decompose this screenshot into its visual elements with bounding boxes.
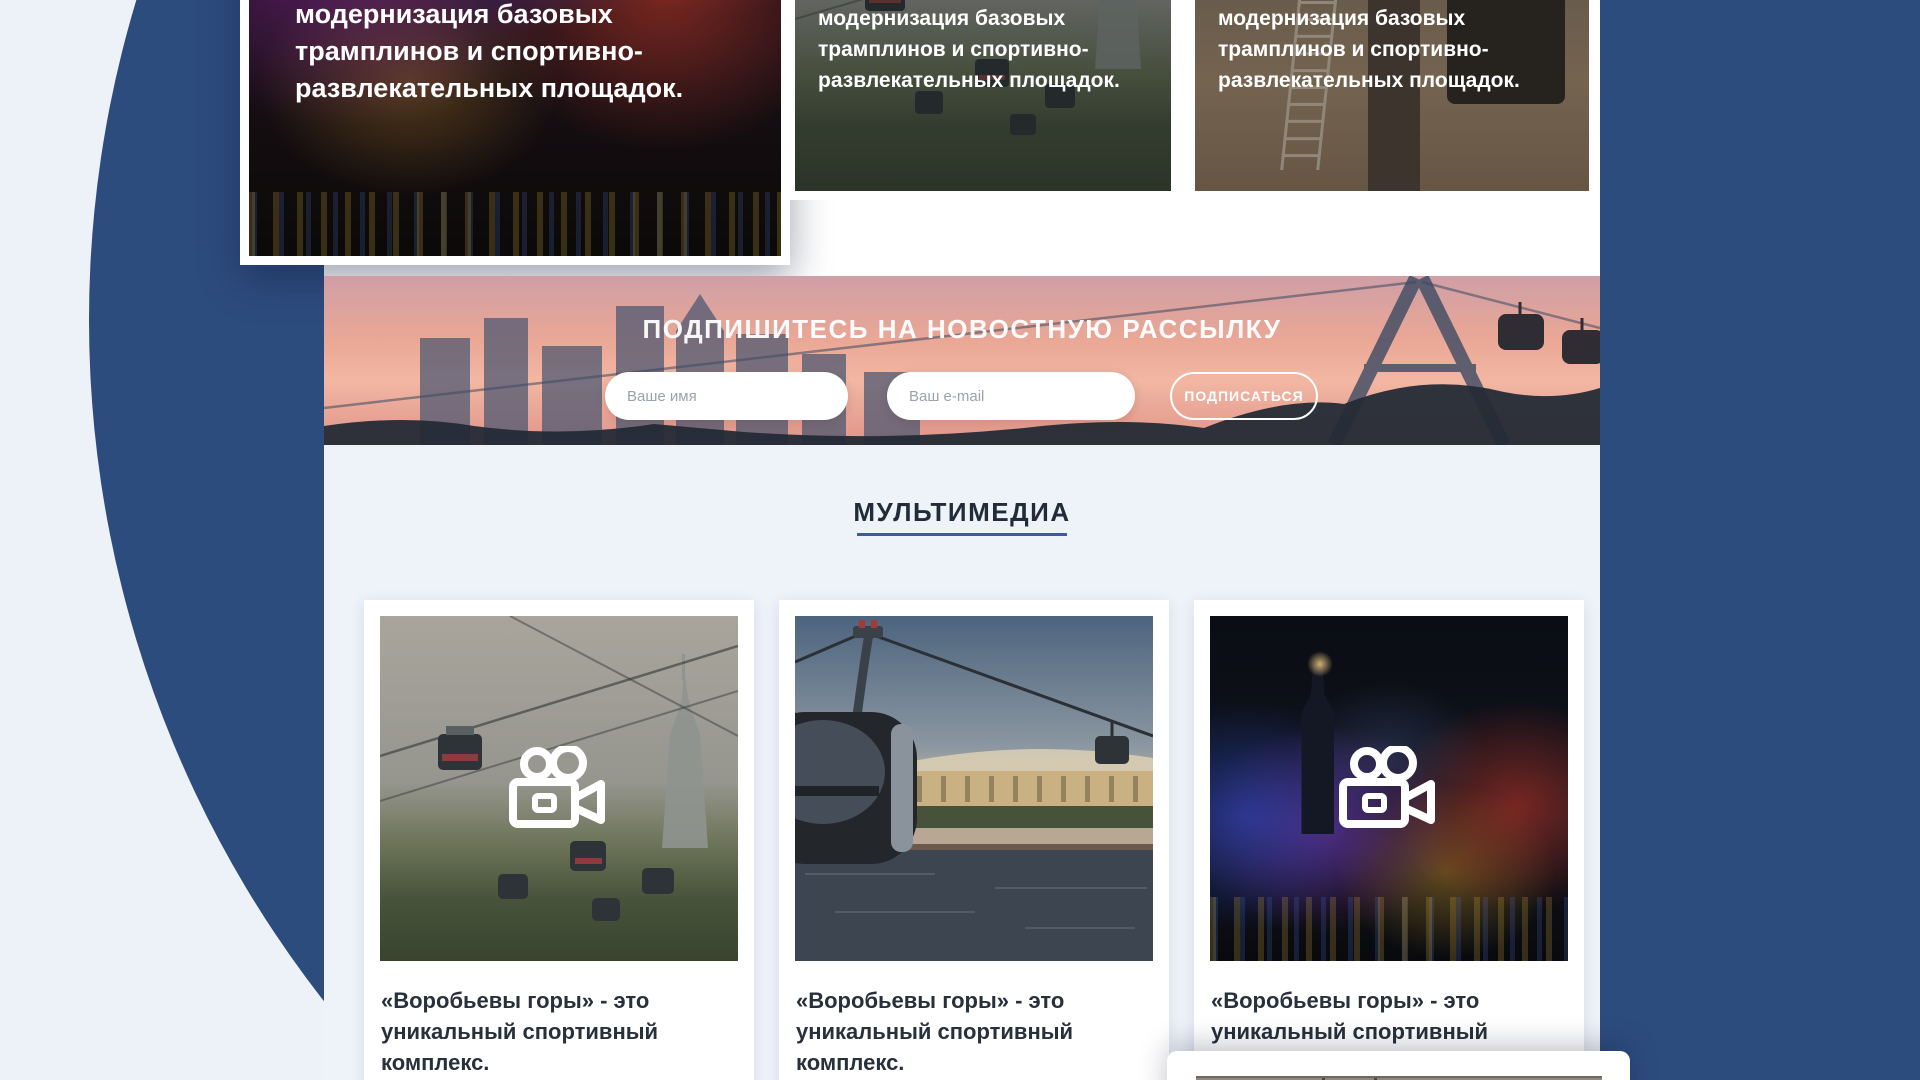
- page: модернизация базовых трамплинов и спорти…: [0, 0, 1920, 1080]
- name-input[interactable]: [605, 372, 848, 420]
- hero-card-active[interactable]: модернизация базовых трамплинов и спорти…: [240, 0, 790, 265]
- video-thumbnail-gondola: [795, 616, 1153, 961]
- video-camera-icon[interactable]: [1336, 746, 1442, 832]
- newsletter-banner: ПОДПИШИТЕСЬ НА НОВОСТНУЮ РАССЫЛКУ ПОДПИС…: [324, 276, 1600, 445]
- multimedia-heading: МУЛЬТИМЕДИА: [324, 497, 1600, 528]
- video-card-1[interactable]: «Воробьевы горы» - это уникальный спорти…: [364, 600, 754, 1080]
- video-thumbnail-cablecars: [380, 616, 738, 961]
- hero-card-2[interactable]: модернизация базовых трамплинов и спорти…: [786, 0, 1180, 200]
- video-thumbnail-night: [1210, 616, 1568, 961]
- gondola-scene-graphic: [795, 616, 1153, 961]
- video-card-2[interactable]: «Воробьевы горы» - это уникальный спорти…: [779, 600, 1169, 1080]
- hero-card-3[interactable]: модернизация базовых трамплинов и спорти…: [1186, 0, 1598, 200]
- newsletter-title: ПОДПИШИТЕСЬ НА НОВОСТНУЮ РАССЫЛКУ: [324, 314, 1600, 345]
- subscribe-button[interactable]: ПОДПИСАТЬСЯ: [1170, 372, 1318, 420]
- bottom-overlay-panel[interactable]: [1167, 1051, 1630, 1080]
- video-camera-icon[interactable]: [506, 746, 612, 832]
- hero-card-text: модернизация базовых трамплинов и спорти…: [818, 3, 1148, 96]
- water-reflections-decoration: [1210, 897, 1568, 961]
- tower-glow-decoration: [1307, 651, 1333, 677]
- video-card-3[interactable]: «Воробьевы горы» - это уникальный спорти…: [1194, 600, 1584, 1080]
- hero-card-text: модернизация базовых трамплинов и спорти…: [1218, 3, 1548, 96]
- overlay-image-strip: [1196, 1076, 1602, 1080]
- hero-card-text: модернизация базовых трамплинов и спорти…: [295, 0, 725, 107]
- email-input[interactable]: [887, 372, 1135, 420]
- water-reflections-decoration: [249, 192, 781, 256]
- heading-underline-decoration: [857, 533, 1067, 536]
- video-caption: «Воробьевы горы» - это уникальный спорти…: [381, 985, 737, 1078]
- video-caption: «Воробьевы горы» - это уникальный спорти…: [796, 985, 1152, 1078]
